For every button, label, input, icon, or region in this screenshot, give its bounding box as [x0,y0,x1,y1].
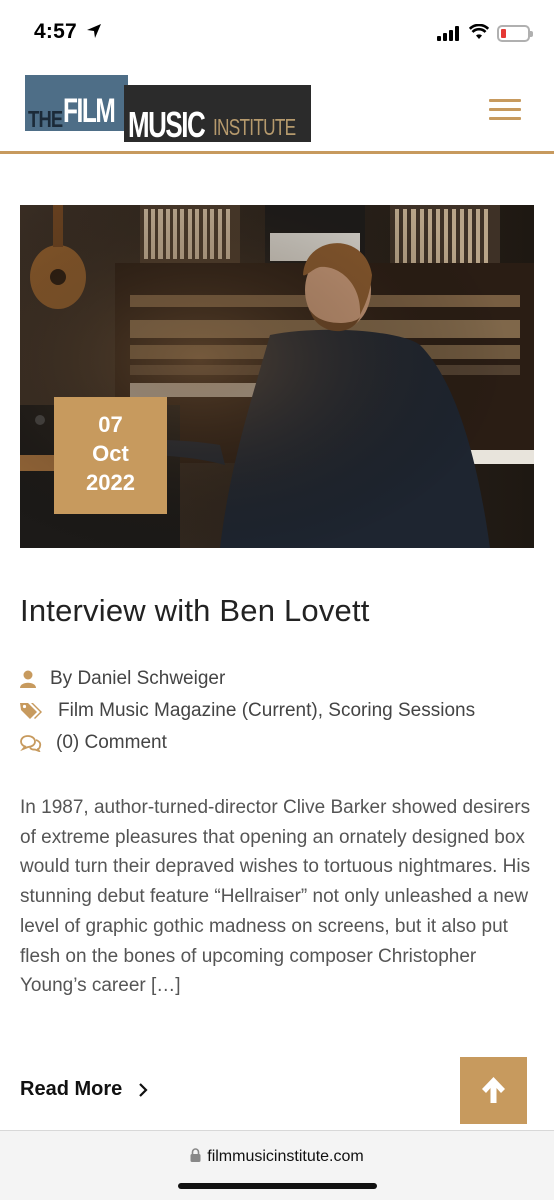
signal-icon [437,26,462,41]
lock-icon [190,1148,201,1162]
site-logo[interactable]: THE FILM MUSIC INSTITUTE [25,75,311,145]
date-day: 07 [98,412,123,437]
read-more-label: Read More [20,1078,123,1100]
tags-icon [20,703,42,719]
status-bar: 4:57 [0,0,554,62]
logo-text-music: MUSIC [128,104,206,145]
date-month: Oct [92,441,129,466]
wifi-icon [469,24,489,39]
author-link[interactable]: By Daniel Schweiger [50,667,225,691]
site-header: THE FILM MUSIC INSTITUTE [0,62,554,154]
url-bar[interactable]: filmmusicinstitute.com [0,1148,554,1166]
location-arrow-icon [87,24,101,38]
chevron-right-icon [139,1083,148,1097]
post-author: By Daniel Schweiger [20,667,320,691]
clock: 4:57 [34,20,77,43]
logo-text-the: THE [28,106,63,132]
post-categories: Film Music Magazine (Current), Scoring S… [20,699,540,723]
post-comments: (0) Comment [20,731,320,755]
logo-text-institute: INSTITUTE [213,114,296,140]
category-links[interactable]: Film Music Magazine (Current), Scoring S… [58,699,475,723]
comments-icon [20,735,42,752]
url-text: filmmusicinstitute.com [207,1148,364,1165]
date-year: 2022 [86,470,135,495]
date-badge: 07 Oct 2022 [54,397,167,514]
post-title[interactable]: Interview with Ben Lovett [20,593,370,629]
post-excerpt: In 1987, author-turned-director Clive Ba… [20,797,531,997]
browser-bottom-bar: filmmusicinstitute.com [0,1130,554,1200]
user-icon [20,670,36,688]
battery-icon [497,25,533,42]
comments-link[interactable]: (0) Comment [56,731,167,755]
read-more-link[interactable]: Read More [20,1078,148,1101]
post-card: 07 Oct 2022 Interview with Ben Lovett By… [0,155,554,1130]
status-time: 4:57 [34,20,101,44]
back-to-top-button[interactable] [460,1057,527,1124]
home-indicator[interactable] [178,1183,377,1189]
logo-text-film: FILM [63,92,116,130]
menu-icon[interactable] [489,99,521,121]
arrow-up-icon [482,1077,505,1103]
